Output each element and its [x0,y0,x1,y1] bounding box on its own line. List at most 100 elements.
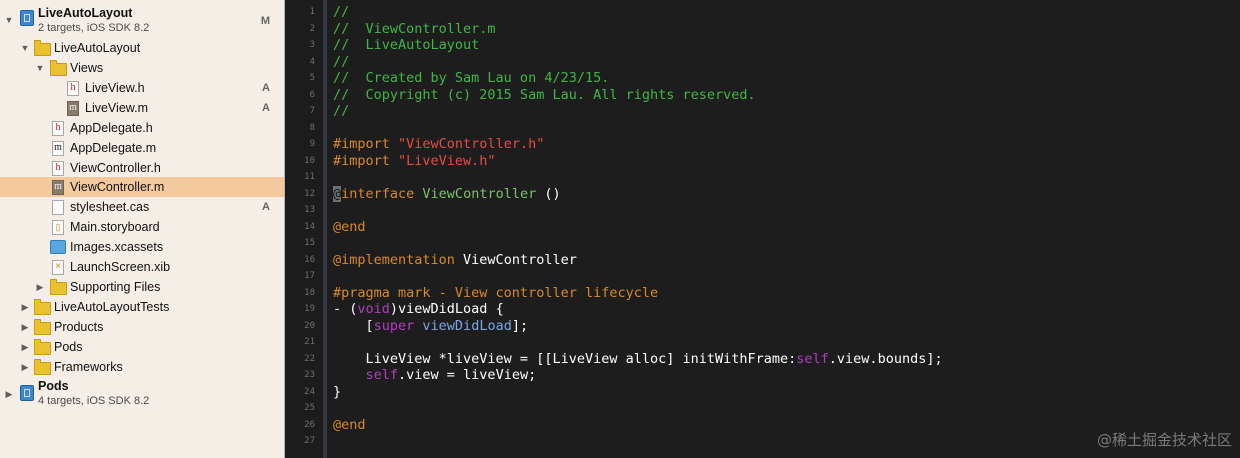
file-label: LiveView.m [85,101,148,115]
line-number: 19 [304,304,315,314]
line-number: 10 [304,155,315,166]
line-number: 26 [304,419,315,430]
group-label: Frameworks [54,360,123,374]
implementation-file-icon: m [67,101,79,116]
disclosure-triangle-icon[interactable]: ▶ [4,389,14,399]
added-badge: A [262,82,270,94]
folder-icon [50,279,67,295]
code-text: - ( [333,301,358,317]
file-label: ViewController.m [70,180,165,194]
file-images-xcassets[interactable]: Images.xcassets [0,237,284,257]
keyword: @implementation [333,251,455,268]
folder-icon [34,339,51,355]
method-name: viewDidLoad [422,317,512,334]
line-number: 1 [309,7,315,17]
project-subtitle: 4 targets, iOS SDK 8.2 [38,395,150,407]
comment: // [333,4,350,20]
comment: // [333,103,350,119]
line-number: 11 [304,172,315,182]
line-number: 7 [309,106,315,116]
pods-project-row[interactable]: ▶ Pods 4 targets, iOS SDK 8.2 [0,377,284,409]
file-label: AppDelegate.h [70,121,153,135]
file-label: Main.storyboard [70,220,160,234]
group-label: Pods [54,340,83,354]
folder-icon [34,40,51,56]
file-appdelegate-m[interactable]: m AppDelegate.m [0,138,284,158]
file-viewcontroller-h[interactable]: h ViewController.h [0,158,284,178]
file-liveview-m[interactable]: m LiveView.m A [0,98,284,118]
disclosure-triangle-icon[interactable]: ▼ [20,43,30,53]
code-line-18: #pragma mark - View controller lifecycle [333,285,658,301]
code-line-22: LiveView *liveView = [[LiveView alloc] i… [333,351,943,367]
file-launchscreen-xib[interactable]: × LaunchScreen.xib [0,257,284,277]
code-line-14: @end [333,219,366,235]
line-number: 9 [309,139,315,149]
string-literal: "LiveView.h" [398,152,496,169]
code-line-16: @implementation ViewController [333,252,577,268]
pragma-mark: #pragma mark - View controller lifecycle [333,284,659,301]
disclosure-triangle-icon[interactable]: ▶ [35,282,45,292]
code-text: [ [333,317,374,334]
disclosure-triangle-icon[interactable]: ▶ [20,362,30,372]
line-number: 27 [304,436,315,446]
disclosure-triangle-icon[interactable]: ▼ [35,63,45,73]
code-text: .view.bounds]; [828,350,943,367]
code-line-2: // ViewController.m [333,21,496,37]
line-number: 2 [309,23,315,34]
group-products[interactable]: ▶ Products [0,317,284,337]
code-line-3: // LiveAutoLayout [333,37,479,53]
group-label: Views [70,61,104,75]
code-line-24: } [333,384,341,400]
xib-file-icon: × [52,260,64,275]
implementation-file-icon: m [52,141,64,156]
group-label: Products [54,320,104,334]
class-name: ViewController [454,251,577,268]
file-label: LiveView.h [85,81,145,95]
disclosure-triangle-icon[interactable]: ▶ [20,322,30,332]
group-pods[interactable]: ▶ Pods [0,337,284,357]
group-liveautolayouttests[interactable]: ▶ LiveAutoLayoutTests [0,297,284,317]
comment: // [333,53,350,70]
group-liveautolayout[interactable]: ▼ LiveAutoLayout [0,38,284,58]
group-supporting-files[interactable]: ▶ Supporting Files [0,277,284,297]
disclosure-triangle-icon[interactable]: ▶ [20,302,30,312]
line-number: 23 [304,370,315,380]
project-root-row[interactable]: ▼ LiveAutoLayout 2 targets, iOS SDK 8.2 … [0,4,284,36]
code-line-20: [super viewDidLoad]; [333,317,529,334]
group-views[interactable]: ▼ Views [0,58,284,78]
code-editor[interactable] [327,0,1240,458]
folder-icon [34,319,51,335]
code-line-26: @end [333,417,366,433]
text-cursor: @ [333,185,342,202]
code-line-23: self.view = liveView; [333,367,537,383]
project-icon [20,10,34,26]
code-line-5: // Created by Sam Lau on 4/23/15. [333,70,609,86]
group-label: Supporting Files [70,280,161,294]
line-number: 15 [304,238,315,248]
keyword: @end [333,416,366,433]
code-text: LiveView *liveView = [[LiveView alloc] i… [333,350,797,367]
file-main-storyboard[interactable]: ▯ Main.storyboard [0,217,284,237]
file-appdelegate-h[interactable]: h AppDelegate.h [0,118,284,138]
disclosure-triangle-icon[interactable]: ▼ [4,15,14,25]
file-label: ViewController.h [70,161,161,175]
punctuation: () [536,185,561,202]
code-line-7: // [333,103,349,119]
project-name: LiveAutoLayout [38,6,133,20]
header-file-icon: h [52,161,64,176]
group-frameworks[interactable]: ▶ Frameworks [0,357,284,377]
code-text: .view = liveView; [398,367,537,383]
comment: // Created by Sam Lau on 4/23/15. [333,70,610,86]
storyboard-icon: ▯ [52,220,64,235]
project-subtitle: 2 targets, iOS SDK 8.2 [38,22,150,34]
keyword: void [357,301,390,317]
keyword: self [796,350,829,367]
file-stylesheet-cas[interactable]: stylesheet.cas A [0,197,284,217]
class-name: ViewController [414,185,537,202]
keyword: @end [333,218,366,235]
file-liveview-h[interactable]: h LiveView.h A [0,78,284,98]
file-viewcontroller-m[interactable]: m ViewController.m [0,177,284,197]
code-line-9: #import "ViewController.h" [333,136,544,152]
disclosure-triangle-icon[interactable]: ▶ [20,342,30,352]
